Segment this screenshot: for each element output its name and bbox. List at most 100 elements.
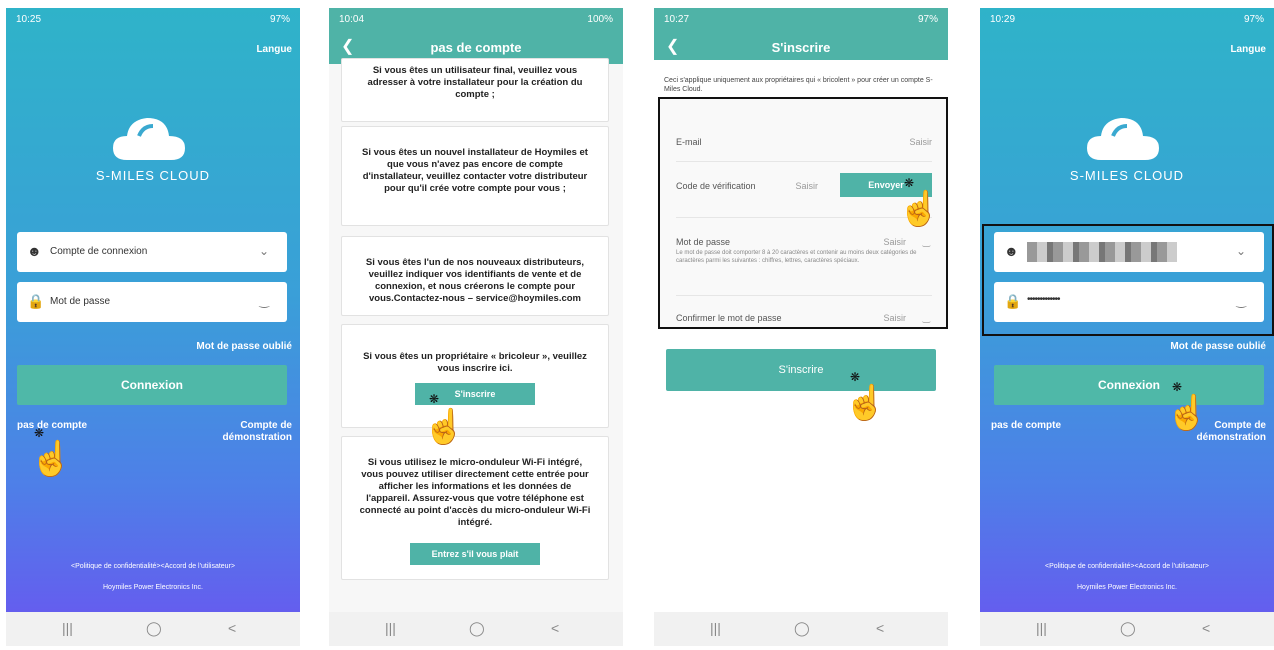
back-nav-icon[interactable]: < [1202,620,1210,636]
eye-closed-icon[interactable]: ‿ [1236,294,1246,308]
battery-level: 97% [1243,14,1264,25]
register-screen: 10:27 97% ❮ S'inscrire Ceci s'applique u… [654,8,948,646]
email-input[interactable]: Saisir [909,137,932,147]
password-input[interactable]: 🔒 Mot de passe ‿ [17,282,287,322]
home-icon[interactable]: ◯ [1120,620,1136,637]
register-note: Ceci s'applique uniquement aux propriéta… [664,77,933,93]
code-row[interactable]: Code de vérification Saisir Envoyer [676,173,932,197]
eye-closed-icon[interactable]: ‿ [259,294,269,308]
pointer-hand-icon: ☝ [844,384,887,422]
account-placeholder: Compte de connexion [50,246,148,257]
recent-apps-icon[interactable]: ||| [385,620,396,636]
tap-indicator-icon: ❋ [850,370,861,384]
recent-apps-icon[interactable]: ||| [710,620,721,636]
confirm-input[interactable]: Saisir [883,313,906,323]
card-end-user-text: Si vous êtes un utilisateur final, veuil… [367,65,583,100]
status-bar: 10:27 97% [654,8,948,32]
demo-account-link[interactable]: Compte de démonstration [223,420,292,444]
login-screen: 10:25 97% Langue S-MILES CLOUD ☻ Compte … [6,8,300,646]
password-input[interactable]: 🔒 ••••••••••••• ‿ [994,282,1264,322]
pointer-hand-icon: ☝ [423,408,466,446]
no-account-screen: 10:04 100% ❮ pas de compte Si vous êtes … [329,8,623,646]
home-icon[interactable]: ◯ [146,620,162,637]
eye-closed-icon[interactable]: ‿ [923,313,930,324]
password-row[interactable]: Mot de passe Saisir ‿ Le mot de passe do… [676,237,932,265]
card-distributor-text: Si vous êtes l'un de nos nouveaux distri… [365,257,585,304]
chevron-down-icon[interactable]: ⌄ [1236,244,1246,258]
lock-icon: 🔒 [27,293,45,309]
user-icon: ☻ [27,243,42,259]
code-label: Code de vérification [676,181,756,191]
language-button[interactable]: Langue [256,44,292,55]
brand-name: S-MILES CLOUD [95,168,211,183]
password-placeholder: Mot de passe [50,296,111,307]
brand-name: S-MILES CLOUD [1069,168,1185,183]
card-diy-owner: Si vous êtes un propriétaire « bricoleur… [341,324,609,428]
register-button[interactable]: S'inscrire [666,349,936,391]
back-nav-icon[interactable]: < [876,620,884,636]
enter-button[interactable]: Entrez s'il vous plait [410,543,540,565]
back-nav-icon[interactable]: < [228,620,236,636]
android-nav-bar: ||| ◯ < [329,612,623,646]
confirm-row[interactable]: Confirmer le mot de passe Saisir ‿ [676,313,932,323]
recent-apps-icon[interactable]: ||| [62,620,73,636]
account-input[interactable]: ☻ Compte de connexion ⌄ [17,232,287,272]
battery-level: 97% [269,14,290,25]
policy-links[interactable]: <Politique de confidentialité><Accord de… [980,563,1274,570]
cloud-icon [1087,118,1159,160]
home-icon[interactable]: ◯ [469,620,485,637]
card-installer-text: Si vous êtes un nouvel installateur de H… [362,147,588,194]
back-nav-icon[interactable]: < [551,620,559,636]
card-installer: Si vous êtes un nouvel installateur de H… [341,126,609,226]
password-input[interactable]: Saisir [883,237,906,247]
home-icon[interactable]: ◯ [794,620,810,637]
company-name: Hoymiles Power Electronics Inc. [103,584,203,591]
forgot-password-link[interactable]: Mot de passe oublié [196,341,292,352]
card-distributor: Si vous êtes l'un de nos nouveaux distri… [341,236,609,316]
demo-line-2: démonstration [222,432,292,443]
lock-icon: 🔒 [1004,293,1022,309]
status-bar: 10:29 97% [980,8,1274,32]
pointer-hand-icon: ☝ [898,190,941,228]
no-account-link[interactable]: pas de compte [991,420,1061,431]
card-wifi: Si vous utilisez le micro-onduleur Wi-Fi… [341,436,609,580]
login-button[interactable]: Connexion [994,365,1264,405]
card-end-user: Si vous êtes un utilisateur final, veuil… [341,58,609,122]
login-button[interactable]: Connexion [17,365,287,405]
status-bar: 10:04 100% [329,8,623,32]
blurred-account [1027,242,1177,262]
status-time: 10:04 [339,14,365,25]
android-nav-bar: ||| ◯ < [654,612,948,646]
password-value: ••••••••••••• [1027,294,1061,305]
pointer-hand-icon: ☝ [1166,394,1209,432]
password-hint: Le mot de passe doit comporter 8 à 20 ca… [676,250,917,264]
divider [676,295,932,296]
tap-indicator-icon: ❋ [1172,380,1183,394]
no-account-link[interactable]: pas de compte [17,420,87,431]
user-icon: ☻ [1004,243,1019,259]
recent-apps-icon[interactable]: ||| [1036,620,1047,636]
demo-line-1: Compte de [240,420,292,431]
card-diy-owner-text: Si vous êtes un propriétaire « bricoleur… [363,351,587,374]
battery-level: 97% [917,14,938,25]
eye-closed-icon[interactable]: ‿ [923,237,930,248]
header: 10:27 97% ❮ S'inscrire [654,8,948,60]
status-time: 10:25 [16,14,42,25]
tap-indicator-icon: ❋ [429,392,440,406]
account-input[interactable]: ☻ ⌄ [994,232,1264,272]
android-nav-bar: ||| ◯ < [980,612,1274,646]
code-input[interactable]: Saisir [795,181,818,191]
chevron-down-icon[interactable]: ⌄ [259,244,269,258]
tap-indicator-icon: ❋ [904,176,915,190]
demo-line-2: démonstration [1196,432,1266,443]
divider [676,217,932,218]
forgot-password-link[interactable]: Mot de passe oublié [1170,341,1266,352]
email-row[interactable]: E-mail Saisir [676,137,932,147]
company-name: Hoymiles Power Electronics Inc. [1077,584,1177,591]
language-button[interactable]: Langue [1230,44,1266,55]
status-time: 10:27 [664,14,690,25]
android-nav-bar: ||| ◯ < [6,612,300,646]
page-title: pas de compte [430,40,522,55]
policy-links[interactable]: <Politique de confidentialité><Accord de… [6,563,300,570]
battery-level: 100% [587,14,613,25]
